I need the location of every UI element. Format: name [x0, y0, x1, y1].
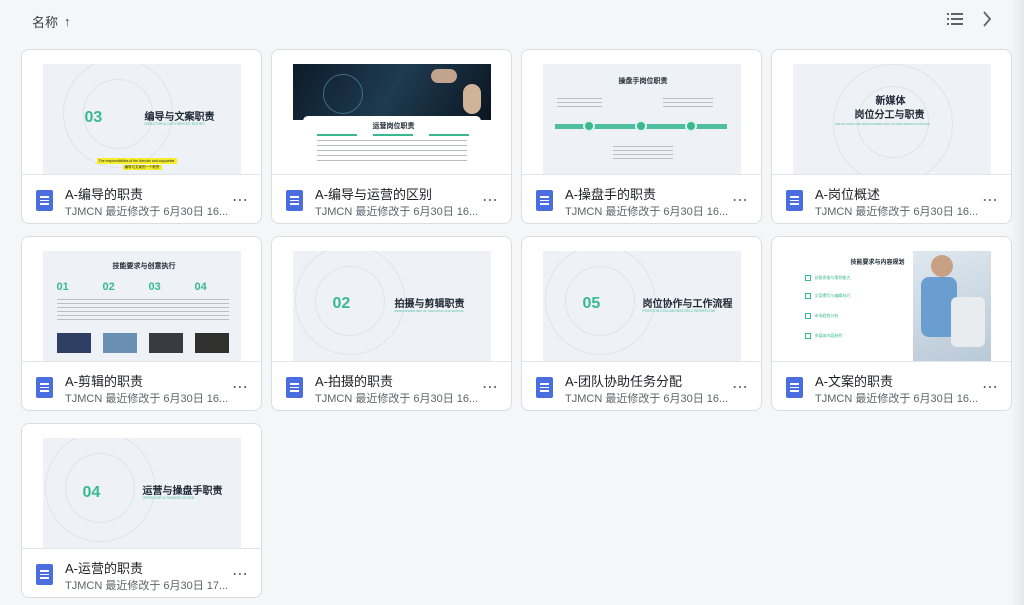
slide-number: 05	[582, 295, 601, 312]
more-options-icon[interactable]: ⋯	[732, 377, 749, 397]
slide-tag: RESPONSIBILITIES OF SHOOTING AND EDITING	[394, 309, 464, 313]
file-thumbnail: 03 编导与文案职责 DIRECTOR & COPYWRITER DUTIES …	[22, 50, 261, 175]
doc-icon	[536, 377, 553, 398]
file-subtitle: TJMCN 最近修改于 6月30日 16...	[815, 206, 979, 218]
more-options-icon[interactable]: ⋯	[982, 190, 999, 210]
slide-heading: 技能要求与创意执行	[112, 263, 176, 270]
slide-number: 03	[84, 109, 103, 126]
file-title: A-剪辑的职责	[65, 374, 144, 389]
file-title: A-运营的职责	[65, 561, 144, 576]
list-item: 文案撰写与编辑技巧	[814, 293, 851, 298]
chevron-right-icon[interactable]	[978, 10, 996, 28]
slide-tag: DIRECTOR & COPYWRITER DUTIES	[144, 122, 205, 126]
file-card[interactable]: 技能要求与创意执行 01 02 03 04 A-剪辑的职责 TJMCN 最近修改…	[21, 236, 262, 411]
doc-icon	[36, 377, 53, 398]
list-item: 多媒体内容制作	[814, 333, 843, 338]
file-thumbnail: 技能要求与创意执行 01 02 03 04	[22, 237, 261, 362]
sort-label: 名称	[32, 15, 59, 30]
step-number: 01	[56, 281, 69, 293]
file-title: A-拍摄的职责	[315, 374, 394, 389]
file-title: A-编导与运营的区别	[315, 187, 433, 202]
file-thumbnail: 新媒体 岗位分工与职责 JOB DIVISION AND RESPONSIBIL…	[772, 50, 1011, 175]
file-card[interactable]: 运营岗位职责 A-编导与运营的区别 TJMCN 最近修改于 6月30日 16..…	[271, 49, 512, 224]
file-thumbnail: 运营岗位职责	[272, 50, 511, 175]
file-title: A-岗位概述	[815, 187, 881, 202]
doc-icon	[536, 190, 553, 211]
doc-icon	[36, 190, 53, 211]
file-title: A-团队协助任务分配	[565, 374, 683, 389]
list-view-icon[interactable]	[946, 10, 964, 28]
sort-arrow-up-icon: ↑	[64, 14, 71, 29]
file-thumbnail: 05 岗位协作与工作流程 POSITION COLLABORATION & WO…	[522, 237, 761, 362]
doc-icon	[786, 377, 803, 398]
file-title: A-操盘手的职责	[565, 187, 657, 202]
list-item: 创意思维与策划能力	[814, 275, 851, 280]
doc-icon	[286, 377, 303, 398]
slide-tag: OPERATOR & TRADER DUTIES	[142, 496, 195, 500]
file-thumbnail: 02 拍摄与剪辑职责 RESPONSIBILITIES OF SHOOTING …	[272, 237, 511, 362]
slide-heading: 操盘手岗位职责	[618, 78, 668, 85]
doc-icon	[36, 564, 53, 585]
slide-number: 02	[332, 295, 351, 312]
slide-note-2: 编导与文案的一个职责	[122, 165, 162, 170]
file-card[interactable]: 05 岗位协作与工作流程 POSITION COLLABORATION & WO…	[521, 236, 762, 411]
step-number: 02	[102, 281, 115, 293]
more-options-icon[interactable]: ⋯	[232, 377, 249, 397]
slide-heading: 运营与操盘手职责	[142, 486, 223, 497]
file-grid: 03 编导与文案职责 DIRECTOR & COPYWRITER DUTIES …	[21, 49, 1012, 598]
more-options-icon[interactable]: ⋯	[732, 190, 749, 210]
slide-tag: POSITION COLLABORATION & WORKFLOW	[642, 309, 715, 313]
sort-by-name-button[interactable]: 名称 ↑	[32, 12, 71, 31]
slide-heading: 技能要求与内容规划	[850, 260, 905, 266]
list-item: 市场趋势分析	[814, 313, 839, 318]
edge-shadow	[1010, 0, 1024, 605]
file-thumbnail: 操盘手岗位职责	[522, 50, 761, 175]
step-number: 04	[194, 281, 207, 293]
file-thumbnail: 技能要求与内容规划 创意思维与策划能力 文案撰写与编辑技巧 市场趋势分析 多媒体…	[772, 237, 1011, 362]
file-title: A-文案的职责	[815, 374, 894, 389]
doc-icon	[286, 190, 303, 211]
doc-icon	[786, 190, 803, 211]
slide-tag: JOB DIVISION AND RESPONSIBILITIES OF NEW…	[834, 122, 930, 126]
file-card[interactable]: 04 运营与操盘手职责 OPERATOR & TRADER DUTIES A-运…	[21, 423, 262, 598]
slide-heading-2: 岗位分工与职责	[854, 110, 925, 121]
slide-heading: 拍摄与剪辑职责	[394, 299, 465, 310]
slide-heading: 新媒体	[875, 96, 906, 107]
slide-heading: 运营岗位职责	[372, 123, 415, 130]
file-title: A-编导的职责	[65, 187, 144, 202]
more-options-icon[interactable]: ⋯	[232, 564, 249, 584]
step-number: 03	[148, 281, 161, 293]
more-options-icon[interactable]: ⋯	[982, 377, 999, 397]
toolbar: 名称 ↑	[0, 0, 1024, 42]
file-subtitle: TJMCN 最近修改于 6月30日 16...	[315, 393, 479, 405]
file-subtitle: TJMCN 最近修改于 6月30日 16...	[815, 393, 979, 405]
slide-heading: 编导与文案职责	[144, 112, 215, 123]
file-card[interactable]: 新媒体 岗位分工与职责 JOB DIVISION AND RESPONSIBIL…	[771, 49, 1012, 224]
file-card[interactable]: 操盘手岗位职责 A-操盘手的职责 TJMCN 最近修改于 6月30日 16...…	[521, 49, 762, 224]
file-subtitle: TJMCN 最近修改于 6月30日 16...	[565, 393, 729, 405]
file-card[interactable]: 技能要求与内容规划 创意思维与策划能力 文案撰写与编辑技巧 市场趋势分析 多媒体…	[771, 236, 1012, 411]
file-subtitle: TJMCN 最近修改于 6月30日 16...	[65, 206, 229, 218]
file-subtitle: TJMCN 最近修改于 6月30日 17...	[65, 580, 229, 592]
slide-number: 04	[82, 484, 101, 501]
file-card[interactable]: 03 编导与文案职责 DIRECTOR & COPYWRITER DUTIES …	[21, 49, 262, 224]
file-card[interactable]: 02 拍摄与剪辑职责 RESPONSIBILITIES OF SHOOTING …	[271, 236, 512, 411]
file-thumbnail: 04 运营与操盘手职责 OPERATOR & TRADER DUTIES	[22, 424, 261, 549]
more-options-icon[interactable]: ⋯	[482, 377, 499, 397]
more-options-icon[interactable]: ⋯	[232, 190, 249, 210]
more-options-icon[interactable]: ⋯	[482, 190, 499, 210]
slide-note: The responsibilities of the director and…	[96, 158, 177, 164]
slide-heading: 岗位协作与工作流程	[642, 299, 733, 310]
file-subtitle: TJMCN 最近修改于 6月30日 16...	[315, 206, 479, 218]
file-subtitle: TJMCN 最近修改于 6月30日 16...	[565, 206, 729, 218]
file-subtitle: TJMCN 最近修改于 6月30日 16...	[65, 393, 229, 405]
